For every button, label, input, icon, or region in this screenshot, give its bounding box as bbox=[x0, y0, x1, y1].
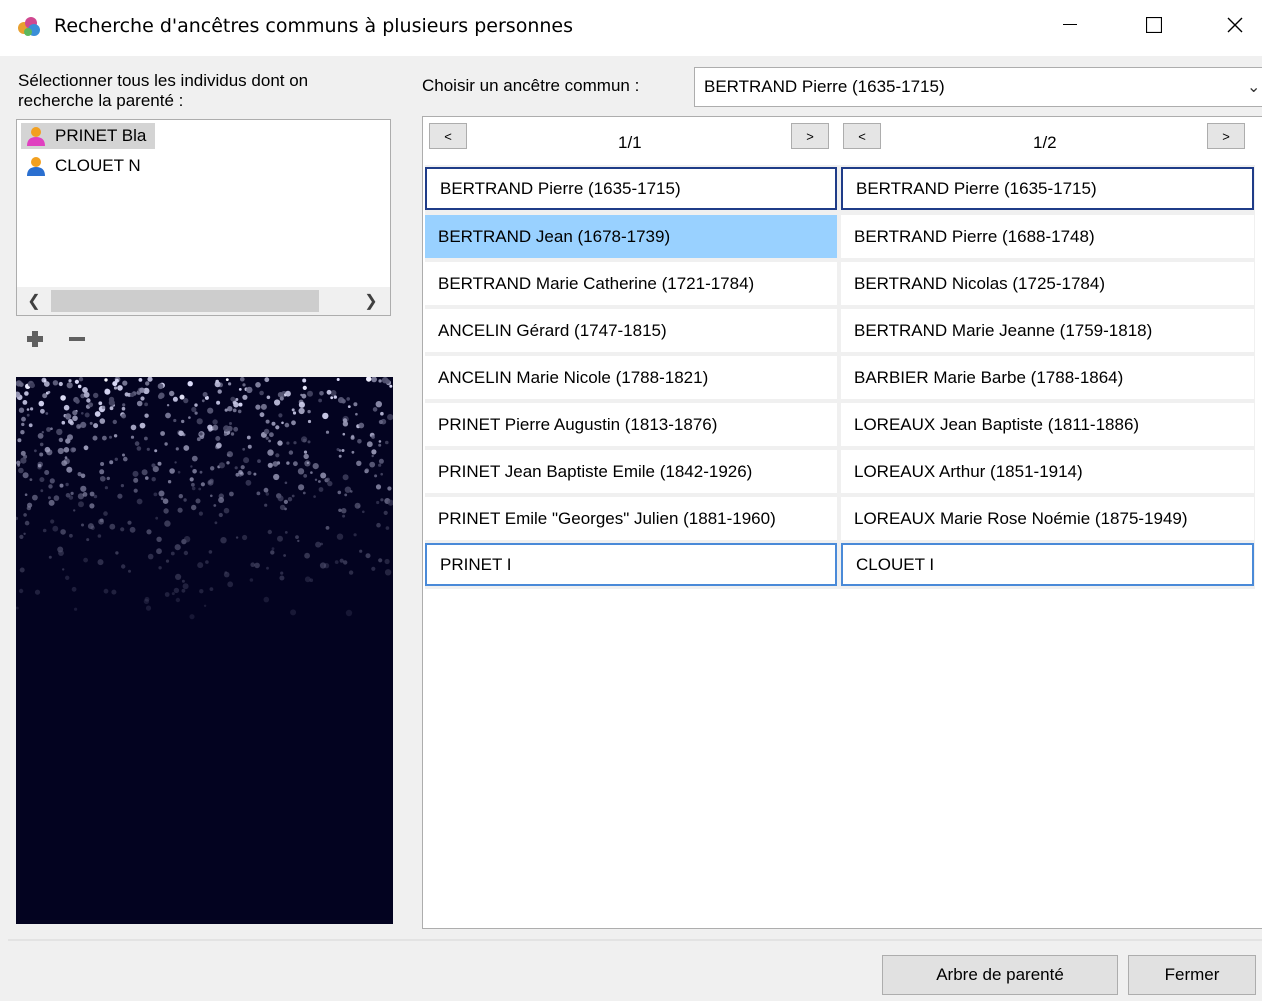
minus-icon[interactable] bbox=[68, 330, 86, 348]
title-bar: Recherche d'ancêtres communs à plusieurs… bbox=[0, 0, 1262, 56]
chevron-down-icon: ⌄ bbox=[1247, 79, 1261, 96]
ancestor-cell[interactable]: BERTRAND Pierre (1688-1748) bbox=[841, 215, 1254, 258]
list-item[interactable]: CLOUET N bbox=[21, 153, 155, 179]
page-indicator-col2: 1/2 bbox=[1033, 133, 1057, 152]
scrollbar-thumb[interactable] bbox=[51, 290, 319, 312]
prev-page-button-col2[interactable]: < bbox=[843, 123, 881, 149]
ancestor-dropdown[interactable]: BERTRAND Pierre (1635-1715) ⌄ bbox=[694, 67, 1262, 107]
ancestry-panel: < 1/1 > < 1/2 > BERTRAND Pierre (1635-17… bbox=[422, 116, 1262, 929]
descendant-cell[interactable]: PRINET I bbox=[425, 543, 837, 586]
ancestor-cell[interactable]: LOREAUX Marie Rose Noémie (1875-1949) bbox=[841, 497, 1254, 540]
horizontal-scrollbar[interactable]: ❮ ❯ bbox=[17, 287, 390, 315]
ancestor-cell[interactable]: PRINET Emile "Georges" Julien (1881-1960… bbox=[425, 497, 837, 540]
scroll-left-icon[interactable]: ❮ bbox=[21, 287, 47, 315]
ancestor-cell[interactable]: LOREAUX Arthur (1851-1914) bbox=[841, 450, 1254, 493]
ancestor-cell[interactable]: PRINET Pierre Augustin (1813-1876) bbox=[425, 403, 837, 446]
maximize-icon bbox=[1146, 17, 1162, 33]
ancestor-cell[interactable]: BERTRAND Nicolas (1725-1784) bbox=[841, 262, 1254, 305]
page-indicator-col1: 1/1 bbox=[618, 133, 642, 152]
maximize-button[interactable] bbox=[1124, 0, 1184, 50]
ancestor-cell[interactable]: ANCELIN Gérard (1747-1815) bbox=[425, 309, 837, 352]
ancestor-cell[interactable]: ANCELIN Marie Nicole (1788-1821) bbox=[425, 356, 837, 399]
ancestor-cell[interactable]: PRINET Jean Baptiste Emile (1842-1926) bbox=[425, 450, 837, 493]
descendant-cell[interactable]: CLOUET I bbox=[841, 543, 1254, 586]
app-palette-icon bbox=[18, 17, 40, 36]
scroll-right-icon[interactable]: ❯ bbox=[358, 287, 384, 315]
divider bbox=[8, 939, 1262, 941]
ancestor-cell[interactable]: BARBIER Marie Barbe (1788-1864) bbox=[841, 356, 1254, 399]
person-list[interactable]: PRINET Bla CLOUET N ❮ ❯ bbox=[16, 119, 391, 316]
next-page-button-col1[interactable]: > bbox=[791, 123, 829, 149]
ancestor-selected-value: BERTRAND Pierre (1635-1715) bbox=[704, 77, 945, 96]
person-male-icon bbox=[27, 157, 45, 176]
constellation-image bbox=[16, 377, 393, 924]
list-item[interactable]: PRINET Bla bbox=[21, 123, 155, 149]
ancestor-label: Choisir un ancêtre commun : bbox=[422, 76, 640, 95]
constellation-dots bbox=[16, 377, 393, 620]
plus-icon[interactable] bbox=[26, 330, 44, 348]
prev-page-button-col1[interactable]: < bbox=[429, 123, 467, 149]
minimize-button[interactable] bbox=[1040, 0, 1100, 50]
relationship-tree-button[interactable]: Arbre de parenté bbox=[882, 955, 1118, 995]
ancestor-cell[interactable]: BERTRAND Marie Catherine (1721-1784) bbox=[425, 262, 837, 305]
minimize-icon bbox=[1063, 24, 1077, 25]
person-female-icon bbox=[27, 127, 45, 146]
next-page-button-col2[interactable]: > bbox=[1207, 123, 1245, 149]
window-title: Recherche d'ancêtres communs à plusieurs… bbox=[54, 15, 573, 37]
ancestor-cell[interactable]: BERTRAND Pierre (1635-1715) bbox=[425, 167, 837, 210]
close-window-button[interactable] bbox=[1208, 0, 1262, 50]
ancestor-cell[interactable]: BERTRAND Pierre (1635-1715) bbox=[841, 167, 1254, 210]
ancestor-cell-selected[interactable]: BERTRAND Jean (1678-1739) bbox=[425, 215, 837, 258]
ancestor-cell[interactable]: BERTRAND Marie Jeanne (1759-1818) bbox=[841, 309, 1254, 352]
select-persons-label: Sélectionner tous les individus dont on … bbox=[18, 71, 309, 110]
ancestor-cell[interactable]: LOREAUX Jean Baptiste (1811-1886) bbox=[841, 403, 1254, 446]
close-icon bbox=[1227, 17, 1243, 33]
close-button[interactable]: Fermer bbox=[1128, 955, 1256, 995]
